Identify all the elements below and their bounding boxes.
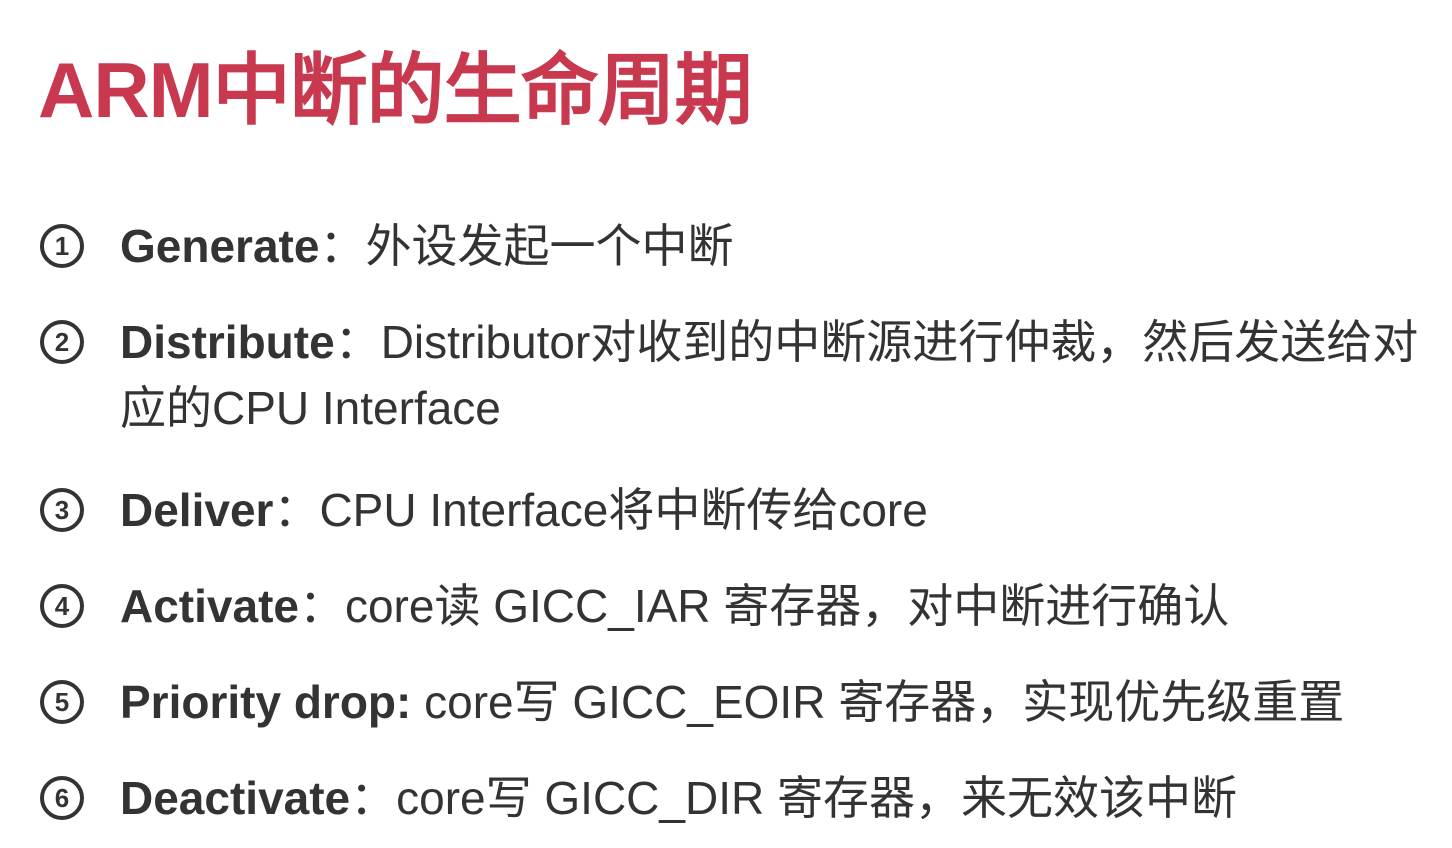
lifecycle-step-list: 1 Generate：外设发起一个中断 2 Distribute：Distrib…	[0, 0, 1452, 848]
step-description: core读 GICC_IAR 寄存器，对中断进行确认	[344, 580, 1230, 632]
step-separator: ：	[319, 220, 366, 272]
step-separator: ：	[298, 580, 345, 632]
circled-number-5-icon: 5	[40, 680, 84, 724]
step-text: Deactivate：core写 GICC_DIR 寄存器，来无效该中断	[120, 765, 1237, 831]
step-separator	[411, 676, 424, 728]
slide: ARM中断的生命周期 1 Generate：外设发起一个中断 2 Distrib…	[0, 0, 1452, 848]
step-term: Generate	[120, 220, 320, 272]
step-text: Generate：外设发起一个中断	[120, 213, 733, 279]
step-text: Distribute：Distributor对收到的中断源进行仲裁，然后发送给对…	[120, 309, 1432, 441]
step-activate: 4 Activate：core读 GICC_IAR 寄存器，对中断进行确认	[40, 580, 1432, 639]
step-separator: ：	[273, 484, 320, 536]
step-term: Distribute	[120, 316, 335, 368]
circled-number-2-icon: 2	[40, 320, 84, 364]
step-text: Activate：core读 GICC_IAR 寄存器，对中断进行确认	[120, 573, 1229, 639]
step-term: Activate	[120, 580, 299, 632]
circled-number-1-icon: 1	[40, 224, 84, 268]
step-term: Deliver	[120, 484, 274, 536]
step-description: core写 GICC_DIR 寄存器，来无效该中断	[396, 772, 1237, 824]
step-deliver: 3 Deliver：CPU Interface将中断传给core	[40, 484, 1432, 543]
step-deactivate: 6 Deactivate：core写 GICC_DIR 寄存器，来无效该中断	[40, 772, 1432, 831]
step-text: Deliver：CPU Interface将中断传给core	[120, 477, 928, 543]
step-term: Deactivate	[120, 772, 351, 824]
circled-number-3-icon: 3	[40, 488, 84, 532]
step-description: 外设发起一个中断	[365, 220, 734, 272]
step-term: Priority drop:	[120, 676, 412, 728]
step-priority-drop: 5 Priority drop: core写 GICC_EOIR 寄存器，实现优…	[40, 676, 1432, 735]
step-text: Priority drop: core写 GICC_EOIR 寄存器，实现优先级…	[120, 669, 1344, 735]
step-description: core写 GICC_EOIR 寄存器，实现优先级重置	[424, 676, 1345, 728]
circled-number-6-icon: 6	[40, 776, 84, 820]
step-separator: ：	[350, 772, 397, 824]
step-generate: 1 Generate：外设发起一个中断	[40, 220, 1432, 279]
circled-number-4-icon: 4	[40, 584, 84, 628]
step-separator: ：	[334, 316, 381, 368]
step-distribute: 2 Distribute：Distributor对收到的中断源进行仲裁，然后发送…	[40, 316, 1432, 441]
step-description: CPU Interface将中断传给core	[319, 484, 928, 536]
